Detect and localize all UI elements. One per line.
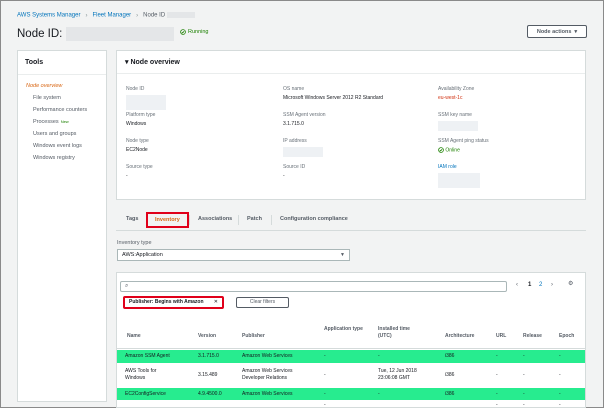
table-row[interactable]: - - - - (117, 401, 585, 408)
col-header-name[interactable]: Name (127, 333, 141, 340)
node-overview-title: Node overview (130, 59, 180, 66)
field-node-type: Node type EC2Node (126, 138, 149, 153)
redacted-value (126, 95, 166, 110)
status-text: Running (188, 29, 209, 35)
breadcrumb-fleet-manager[interactable]: Fleet Manager (92, 13, 131, 19)
tool-windows-registry[interactable]: Windows registry (18, 152, 106, 164)
tools-panel: Tools Node overview File system Performa… (17, 50, 107, 402)
filter-chip-label: Publisher: Begins with Amazon (129, 299, 204, 305)
ping-status-value: Online (438, 147, 489, 153)
page-2-button[interactable]: 2 (539, 282, 542, 288)
col-header-installed-time[interactable]: Installed time (UTC) (378, 326, 418, 340)
tool-file-system[interactable]: File system (18, 92, 106, 104)
redacted-node-id (166, 12, 195, 18)
tab-divider (189, 215, 190, 225)
tab-inventory[interactable]: Inventory (146, 212, 189, 228)
redacted-value (283, 147, 323, 157)
page-next-button[interactable]: › (551, 282, 553, 288)
col-header-epoch[interactable]: Epoch (559, 333, 574, 340)
field-ssm-agent-version: SSM Agent version 3.1.715.0 (283, 112, 326, 127)
search-icon: ⌕ (125, 283, 129, 289)
breadcrumb-node-id: Node ID (143, 12, 166, 19)
col-header-application-type[interactable]: Application type (324, 326, 364, 333)
tool-performance-counters[interactable]: Performance counters (18, 104, 106, 116)
tool-processes-label: Processes (33, 119, 59, 125)
new-badge: New (60, 119, 69, 124)
table-row[interactable]: EC2ConfigService 4.9.4500.0 Amazon Web S… (117, 388, 585, 400)
tab-tags[interactable]: Tags (126, 209, 138, 230)
redacted-value (438, 173, 480, 188)
breadcrumb: AWS Systems Manager › Fleet Manager › Node I… (17, 12, 195, 19)
field-availability-zone: Availability Zone eu-west-1c (438, 86, 475, 101)
check-circle-icon (438, 147, 444, 153)
check-circle-icon (180, 29, 186, 35)
tab-patch[interactable]: Patch (247, 209, 262, 230)
tab-divider (271, 215, 272, 225)
field-platform-type: Platform type Windows (126, 112, 156, 127)
col-header-publisher[interactable]: Publisher (242, 333, 265, 340)
table-row[interactable]: AWS Tools for Windows 3.15.489 Amazon We… (117, 364, 585, 387)
close-icon[interactable]: ✕ (214, 298, 218, 307)
field-os-name: OS name Microsoft Windows Server 2012 R2… (283, 86, 384, 101)
caret-down-icon: ▼ (340, 252, 345, 258)
page-1-button[interactable]: 1 (528, 282, 531, 288)
redacted-title-node-id (66, 27, 175, 41)
tab-configuration-compliance[interactable]: Configuration compliance (280, 209, 348, 230)
field-ping-status: SSM Agent ping status Online (438, 138, 489, 154)
field-ip-address: IP address (283, 138, 323, 157)
field-source-type: Source type - (126, 164, 153, 179)
tab-associations[interactable]: Associations (198, 209, 232, 230)
node-actions-button[interactable]: Node actions ▾ (527, 25, 587, 38)
node-overview-header[interactable]: ▾ Node overview (117, 51, 585, 74)
page-prev-button[interactable]: ‹ (516, 282, 518, 288)
page-title: Node ID: (17, 27, 175, 41)
tab-bar: Tags Inventory Associations Patch Config… (116, 209, 586, 231)
search-input[interactable]: ⌕ (120, 281, 507, 292)
field-iam-role: IAM role (438, 164, 480, 188)
node-actions-label: Node actions (536, 28, 572, 35)
tool-node-overview[interactable]: Node overview (18, 80, 106, 92)
inventory-type-value: AWS:Application (122, 252, 163, 258)
field-source-id: Source ID - (283, 164, 306, 179)
tab-divider (238, 215, 239, 225)
col-header-version[interactable]: Version (198, 333, 216, 340)
clear-filters-button[interactable]: Clear filters (236, 297, 289, 308)
status-badge: Running (180, 29, 209, 35)
inventory-type-label: Inventory type (117, 240, 152, 246)
tool-processes[interactable]: Processes New (18, 116, 106, 128)
field-ssm-key-name: SSM key name (438, 112, 478, 131)
breadcrumb-systems-manager[interactable]: AWS Systems Manager (17, 13, 80, 19)
filter-chip: Publisher: Begins with Amazon ✕ (123, 296, 224, 309)
settings-gear-icon[interactable]: ⚙ (568, 280, 573, 287)
inventory-type-select[interactable]: AWS:Application ▼ (117, 249, 350, 261)
caret-down-icon: ▾ (574, 28, 578, 35)
tools-title: Tools (18, 51, 106, 75)
col-header-release[interactable]: Release (523, 333, 542, 340)
col-header-url[interactable]: URL (496, 333, 506, 340)
table-header-divider (117, 348, 585, 349)
tool-users-and-groups[interactable]: Users and groups (18, 128, 106, 140)
tool-windows-event-logs[interactable]: Windows event logs (18, 140, 106, 152)
field-node-id: Node ID (126, 86, 166, 110)
page-title-text: Node ID: (17, 28, 63, 40)
col-header-architecture[interactable]: Architecture (445, 333, 474, 340)
table-row[interactable]: Amazon SSM Agent 3.1.715.0 Amazon Web Se… (117, 350, 585, 363)
node-overview-panel: ▾ Node overview Node ID Platform type Wi… (116, 50, 586, 200)
redacted-value (438, 121, 478, 131)
